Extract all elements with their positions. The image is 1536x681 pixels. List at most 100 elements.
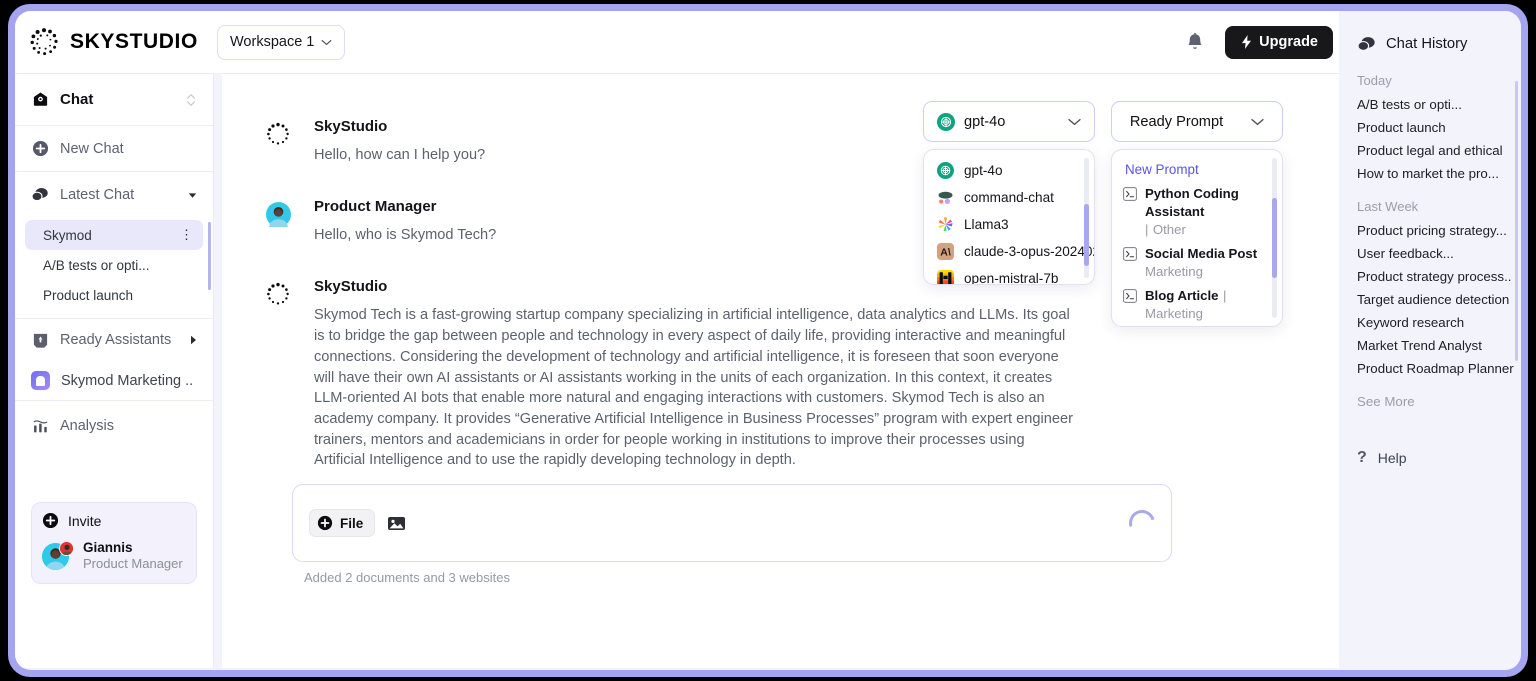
model-option-gpt-4o[interactable]: gpt-4o: [924, 157, 1094, 184]
chat-history-title: Chat History: [1386, 36, 1468, 52]
chevron-down-icon: [321, 39, 332, 45]
new-prompt-link[interactable]: New Prompt: [1112, 156, 1282, 182]
chat-bubbles-icon: [31, 186, 49, 204]
chat-list-item-ab-tests[interactable]: A/B tests or opti...: [25, 250, 203, 280]
plus-circle-icon: [42, 512, 59, 529]
help-label: Help: [1377, 450, 1407, 466]
composer-note: Added 2 documents and 3 websites: [304, 570, 510, 585]
model-option-llama3[interactable]: Llama3: [924, 211, 1094, 238]
history-scrollbar[interactable]: [1515, 81, 1518, 361]
user-role: Product Manager: [83, 556, 183, 571]
file-button-label: File: [340, 515, 364, 531]
bar-chart-icon: [31, 417, 49, 435]
chat-list-item-product-launch[interactable]: Product launch: [25, 280, 203, 310]
sidebar-item-analysis[interactable]: Analysis: [15, 401, 213, 451]
history-item[interactable]: Product strategy process..: [1339, 265, 1521, 288]
prompt-item-title: Blog Article: [1145, 288, 1219, 303]
notification-bell-icon[interactable]: [1185, 32, 1205, 53]
sidebar-item-ready-assistants[interactable]: Ready Assistants: [15, 319, 213, 361]
chat-list: Skymod ⋮ A/B tests or opti... Product la…: [15, 218, 213, 319]
svg-text:A\: A\: [940, 246, 951, 258]
history-item[interactable]: Product pricing strategy...: [1339, 219, 1521, 242]
model-option-open-mistral-7b[interactable]: open-mistral-7b: [924, 265, 1094, 284]
model-option-label: gpt-4o: [964, 163, 1003, 178]
mistral-icon: [937, 270, 954, 284]
model-dropdown-scrollbar[interactable]: [1084, 204, 1089, 266]
prompt-item-social-media-post[interactable]: Social Media Post Marketing: [1112, 242, 1282, 284]
avatar: [42, 541, 74, 571]
prompt-item-python-coding-assistant[interactable]: Python Coding Assistant | Other: [1112, 182, 1282, 242]
chevron-down-icon: [1068, 118, 1081, 125]
see-more-link[interactable]: See More: [1339, 380, 1521, 409]
sidebar-chat-label: Chat: [60, 91, 94, 108]
invite-user-card: Invite Giannis Product Manager: [31, 502, 197, 584]
history-item[interactable]: Product Roadmap Planner: [1339, 357, 1521, 380]
model-selector[interactable]: gpt-4o: [923, 101, 1095, 142]
prompt-item-separator: |: [1222, 288, 1227, 303]
prompt-item-title: Python Coding Assistant: [1145, 186, 1239, 219]
model-option-command-chat[interactable]: command-chat: [924, 184, 1094, 211]
message-composer[interactable]: File: [292, 484, 1172, 562]
sidebar-item-chat[interactable]: Chat: [15, 74, 213, 126]
history-item[interactable]: How to market the pro...: [1339, 162, 1521, 185]
history-item[interactable]: Target audience detection: [1339, 288, 1521, 311]
brand-logo: SKYSTUDIO: [29, 27, 207, 57]
history-item[interactable]: Market Trend Analyst: [1339, 334, 1521, 357]
chevron-down-icon: [1251, 118, 1264, 125]
caret-down-icon[interactable]: [188, 192, 197, 199]
model-option-label: Llama3: [964, 217, 1009, 232]
chat-list-item-skymod[interactable]: Skymod ⋮: [25, 220, 203, 250]
skymod-assistant-icon: [31, 371, 50, 390]
sidebar-item-skymod-marketing[interactable]: Skymod Marketing ..: [15, 361, 213, 401]
ready-prompt-dropdown-menu[interactable]: New Prompt Python Coding Assistant | Oth…: [1111, 149, 1283, 327]
terminal-icon: [1123, 187, 1137, 201]
history-group-label: Last Week: [1357, 199, 1419, 214]
sidebar-analysis-label: Analysis: [60, 418, 114, 434]
history-group-label: Today: [1357, 73, 1392, 88]
help-button[interactable]: ? Help: [1357, 449, 1407, 467]
history-item[interactable]: Product launch: [1339, 116, 1521, 139]
history-item[interactable]: Keyword research: [1339, 311, 1521, 334]
model-option-claude-3-opus[interactable]: A\ claude-3-opus-202402: [924, 238, 1094, 265]
top-bar-actions: Upgrade: [1185, 25, 1339, 59]
chat-item-label: A/B tests or opti...: [43, 257, 150, 273]
chat-camera-icon: [31, 91, 49, 109]
loading-spinner: [1124, 505, 1160, 541]
upgrade-button[interactable]: Upgrade: [1225, 25, 1333, 59]
ready-prompt-value: Ready Prompt: [1129, 113, 1224, 130]
app-window: SKYSTUDIO Workspace 1 Upgrade Chat New C…: [8, 4, 1528, 677]
app-surface: SKYSTUDIO Workspace 1 Upgrade Chat New C…: [15, 11, 1521, 670]
kebab-menu-icon[interactable]: ⋮: [180, 228, 193, 241]
prompt-item-category: Marketing: [1145, 264, 1203, 279]
dotted-circle-logo-icon: [30, 28, 58, 56]
history-item[interactable]: Product legal and ethical: [1339, 139, 1521, 162]
prompt-item-title: Social Media Post: [1145, 246, 1258, 261]
current-user[interactable]: Giannis Product Manager: [42, 540, 186, 572]
prompt-item-blog-article[interactable]: Blog Article | Marketing: [1112, 284, 1282, 326]
brand-name: SKYSTUDIO: [70, 30, 198, 53]
workspace-selector[interactable]: Workspace 1: [217, 24, 346, 60]
model-option-label: claude-3-opus-202402: [964, 244, 1095, 259]
attach-image-button[interactable]: [387, 515, 406, 532]
prompt-item-category: Other: [1152, 222, 1186, 237]
sort-arrows-icon[interactable]: [185, 92, 197, 108]
sidebar-new-chat-label: New Chat: [60, 140, 124, 157]
meta-llama-icon: [937, 216, 954, 233]
model-dropdown-menu[interactable]: gpt-4o command-chat Llama3 A\ claude-3-o…: [923, 149, 1095, 285]
prompt-item-separator: |: [1145, 222, 1149, 237]
invite-button[interactable]: Invite: [42, 512, 186, 529]
user-name: Giannis: [83, 540, 133, 555]
plus-circle-icon: [31, 140, 49, 158]
chat-list-scrollbar[interactable]: [208, 222, 211, 290]
sidebar-item-new-chat[interactable]: New Chat: [15, 126, 213, 172]
cohere-icon: [937, 189, 954, 206]
model-selector-value: gpt-4o: [964, 113, 1006, 130]
history-item[interactable]: A/B tests or opti...: [1339, 93, 1521, 116]
sidebar-item-latest-chat[interactable]: Latest Chat: [15, 172, 213, 218]
attach-file-button[interactable]: File: [309, 509, 376, 537]
prompt-dropdown-scrollbar[interactable]: [1272, 198, 1277, 278]
ready-prompt-selector[interactable]: Ready Prompt: [1111, 101, 1283, 142]
caret-right-icon[interactable]: [190, 335, 197, 345]
history-item[interactable]: User feedback...: [1339, 242, 1521, 265]
user-avatar: [266, 198, 292, 246]
